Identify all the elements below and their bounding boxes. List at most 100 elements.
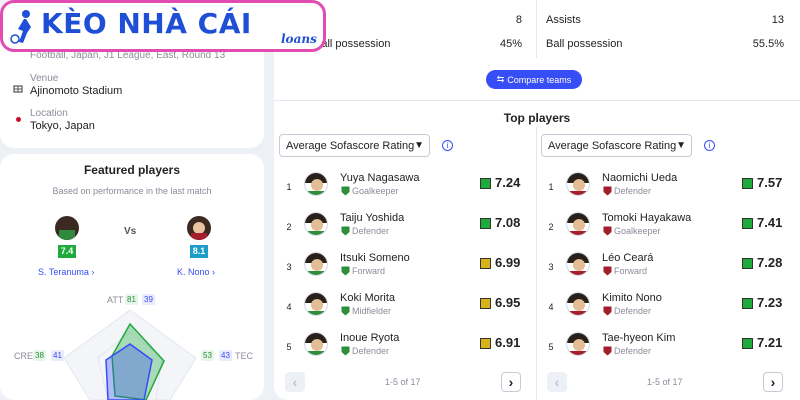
player-row[interactable]: 5 Inoue Ryota Defender 6.91	[284, 329, 534, 369]
chevron-right-icon: ›	[212, 267, 216, 277]
left-pager-text: 1-5 of 17	[385, 377, 421, 387]
player-rank: 3	[286, 262, 292, 272]
attr-cre-p1: 38	[33, 350, 46, 361]
left-prev-page-button[interactable]: ‹	[285, 372, 305, 392]
player-row[interactable]: 3 Itsuki Someno Forward 6.99	[284, 249, 534, 289]
attribute-radar-chart	[63, 309, 197, 400]
player-name: Itsuki Someno	[340, 252, 410, 264]
player-avatar	[304, 252, 328, 276]
compare-teams-button[interactable]: ⇆ Compare teams	[486, 70, 582, 89]
player-rating: 7.41	[757, 215, 783, 230]
player-rating: 6.95	[495, 295, 521, 310]
player-rating: 7.28	[757, 255, 783, 270]
club-crest-icon	[603, 346, 612, 356]
player-rating: 7.08	[495, 215, 521, 230]
player-row[interactable]: 2 Tomoki Hayakawa Goalkeeper 7.41	[546, 209, 796, 249]
player-avatar	[566, 332, 590, 356]
versus-label: Vs	[124, 226, 137, 237]
left-metric-select[interactable]: Average Sofascore Rating ▼	[279, 134, 430, 157]
player-row[interactable]: 4 Koki Morita Midfielder 6.95	[284, 289, 534, 329]
player2-link[interactable]: K. Nono ›	[177, 267, 215, 277]
player-position: Defender	[352, 226, 390, 236]
player-rating: 6.91	[495, 335, 521, 350]
lists-divider	[536, 127, 537, 400]
team-stats-card: 8 Ball possession 45% Assists 13 Ball po…	[274, 0, 800, 400]
venue-label: Venue	[30, 73, 59, 84]
player-row[interactable]: 3 Léo Ceará Forward 7.28	[546, 249, 796, 289]
player-avatar	[304, 292, 328, 316]
player-rating: 7.21	[757, 335, 783, 350]
player-position: Defender	[614, 346, 652, 356]
player-rank: 4	[548, 302, 554, 312]
player-position: Forward	[614, 266, 648, 276]
player-rank: 2	[548, 222, 554, 232]
rating-indicator	[742, 338, 753, 349]
player-avatar	[566, 172, 590, 196]
featured-title: Featured players	[83, 163, 181, 177]
rating-indicator	[742, 178, 753, 189]
rating-indicator	[480, 178, 491, 189]
top-players-title: Top players	[503, 111, 571, 125]
compare-teams-label: Compare teams	[507, 74, 572, 85]
player-rating: 7.24	[495, 175, 521, 190]
attr-tec-label: TEC	[235, 351, 253, 361]
player-row[interactable]: 5 Tae-hyeon Kim Defender 7.21	[546, 329, 796, 369]
site-logo-banner[interactable]: KÈO NHÀ CÁI loans	[0, 0, 326, 52]
player-rank: 3	[548, 262, 554, 272]
club-crest-icon	[341, 186, 350, 196]
player1-link[interactable]: S. Teranuma ›	[38, 267, 94, 277]
player-name: Taiju Yoshida	[340, 212, 405, 224]
player-avatar	[304, 212, 328, 236]
club-crest-icon	[341, 306, 350, 316]
location-value: Tokyo, Japan	[30, 120, 95, 132]
player-rank: 2	[286, 222, 292, 232]
player-avatar	[304, 332, 328, 356]
player-row[interactable]: 4 Kimito Nono Defender 7.23	[546, 289, 796, 329]
compare-icon: ⇆	[496, 74, 505, 84]
club-crest-icon	[341, 346, 350, 356]
attr-cre-label: CRE	[14, 351, 34, 361]
player-name: Tae-hyeon Kim	[602, 332, 676, 344]
club-crest-icon	[603, 266, 612, 276]
featured-players-card: Featured players Based on performance in…	[0, 154, 264, 400]
stat-right-2-label: Ball possession	[546, 38, 623, 50]
section-divider	[274, 100, 800, 101]
player-name: Léo Ceará	[602, 252, 654, 264]
player-position: Defender	[614, 186, 652, 196]
player-position: Goalkeeper	[352, 186, 399, 196]
chevron-left-icon: ‹	[292, 374, 298, 390]
rating-indicator	[742, 218, 753, 229]
right-prev-page-button[interactable]: ‹	[547, 372, 567, 392]
attr-tec-p2: 43	[219, 350, 232, 361]
player-row[interactable]: 1 Naomichi Ueda Defender 7.57	[546, 169, 796, 209]
player-rank: 5	[548, 342, 554, 352]
player-row[interactable]: 2 Taiju Yoshida Defender 7.08	[284, 209, 534, 249]
attr-tec-p1: 53	[201, 350, 214, 361]
chevron-right-icon: ›	[508, 374, 514, 390]
player-rank: 1	[286, 182, 292, 192]
right-pager-text: 1-5 of 17	[647, 377, 683, 387]
player1-avatar[interactable]	[55, 216, 79, 240]
left-next-page-button[interactable]: ›	[501, 372, 521, 392]
info-icon[interactable]: i	[442, 140, 453, 151]
player-rating: 7.57	[757, 175, 783, 190]
player-name: Inoue Ryota	[340, 332, 400, 344]
player-row[interactable]: 1 Yuya Nagasawa Goalkeeper 7.24	[284, 169, 534, 209]
stats-divider	[536, 0, 537, 58]
player-rating: 6.99	[495, 255, 521, 270]
player-name: Naomichi Ueda	[602, 172, 678, 184]
rating-indicator	[742, 258, 753, 269]
player-rank: 5	[286, 342, 292, 352]
right-metric-select[interactable]: Average Sofascore Rating ▼	[541, 134, 692, 157]
player2-avatar[interactable]	[187, 216, 211, 240]
player-position: Goalkeeper	[614, 226, 661, 236]
player-avatar	[566, 212, 590, 236]
stat-right-1-value: 13	[771, 14, 784, 26]
club-crest-icon	[341, 226, 350, 236]
info-icon[interactable]: i	[704, 140, 715, 151]
player-position: Forward	[352, 266, 386, 276]
right-next-page-button[interactable]: ›	[763, 372, 783, 392]
club-crest-icon	[341, 266, 350, 276]
caret-down-icon: ▼	[414, 140, 424, 151]
stat-left-2-value: 45%	[499, 38, 522, 50]
